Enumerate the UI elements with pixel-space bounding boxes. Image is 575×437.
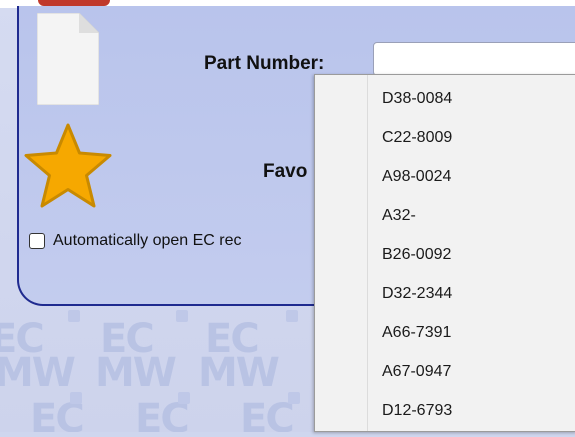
dropdown-item[interactable]: D12-6793	[382, 398, 452, 437]
part-number-input[interactable]	[373, 42, 575, 76]
watermark-icon	[70, 392, 82, 404]
dropdown-item[interactable]: A67-0947	[382, 359, 452, 398]
dropdown-item[interactable]: B26-0092	[382, 242, 452, 281]
part-number-label: Part Number:	[204, 53, 325, 74]
dropdown-item[interactable]: A98-0024	[382, 164, 452, 203]
auto-open-label: Automatically open EC rec	[53, 232, 242, 249]
auto-open-checkbox[interactable]	[29, 233, 45, 249]
dropdown-item[interactable]: A32-	[382, 203, 452, 242]
document-icon	[37, 13, 99, 105]
watermark-icon	[176, 310, 188, 322]
watermark-icon	[286, 310, 298, 322]
dropdown-item[interactable]: D32-2344	[382, 281, 452, 320]
dropdown-list: D38-0084 C22-8009 A98-0024 A32- B26-0092…	[382, 86, 452, 437]
dropdown-item[interactable]: A66-7391	[382, 320, 452, 359]
part-number-dropdown[interactable]: D38-0084 C22-8009 A98-0024 A32- B26-0092…	[314, 74, 575, 432]
dropdown-item[interactable]: C22-8009	[382, 125, 452, 164]
watermark-text: MW	[95, 350, 177, 396]
auto-open-row[interactable]: Automatically open EC rec	[29, 232, 242, 250]
watermark-icon	[178, 392, 190, 404]
favorite-label: Favo	[263, 161, 308, 182]
watermark-text: MW	[0, 350, 76, 396]
dropdown-gutter	[367, 75, 368, 431]
watermark-icon	[68, 310, 80, 322]
watermark-text: MW	[198, 350, 280, 396]
dropdown-item[interactable]: D38-0084	[382, 86, 452, 125]
watermark-icon	[288, 392, 300, 404]
star-icon[interactable]	[22, 122, 114, 210]
watermark-text: EC	[240, 396, 295, 432]
